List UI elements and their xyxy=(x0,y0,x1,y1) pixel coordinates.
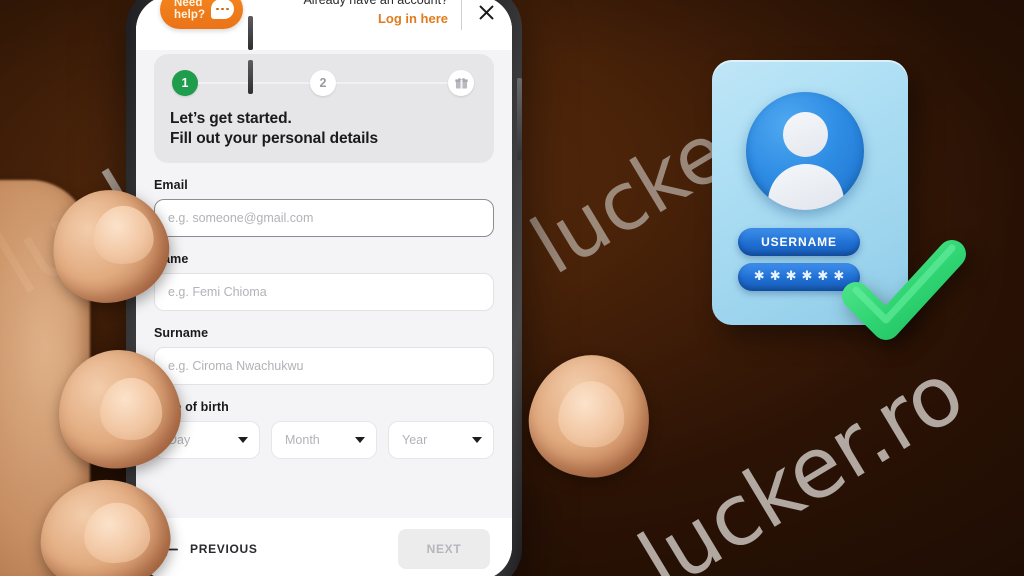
need-help-label: Need help? xyxy=(174,0,206,21)
header-divider xyxy=(461,0,462,30)
year-select-value: Year xyxy=(402,433,428,447)
gift-icon xyxy=(454,78,468,89)
day-select-value: Day xyxy=(168,433,191,447)
arrow-left-icon xyxy=(158,542,178,557)
power-button[interactable] xyxy=(517,78,522,160)
signup-form-body: 1 2 Let’s get started. Fill out your per… xyxy=(136,50,512,518)
field-name: Name e.g. Femi Chioma xyxy=(154,252,494,311)
headline-line-1: Let’s get started. xyxy=(170,110,292,127)
field-surname: Surname e.g. Ciroma Nwachukwu xyxy=(154,326,494,385)
step-indicator-3[interactable] xyxy=(448,70,474,96)
name-label: Name xyxy=(154,252,189,266)
surname-input[interactable]: e.g. Ciroma Nwachukwu xyxy=(154,347,494,385)
stepper-panel: 1 2 Let’s get started. Fill out your per… xyxy=(154,54,494,163)
volume-down-button[interactable] xyxy=(248,60,253,94)
headline-line-2: Fill out your personal details xyxy=(170,130,379,147)
step-connector xyxy=(336,81,448,85)
app-header: Need help? Already have an account? Log … xyxy=(136,0,512,50)
day-select[interactable]: Day xyxy=(154,421,260,459)
name-input[interactable]: e.g. Femi Chioma xyxy=(154,273,494,311)
previous-label: PREVIOUS xyxy=(190,542,258,556)
email-label: Email xyxy=(154,178,188,192)
field-email: Email e.g. someone@gmail.com xyxy=(154,178,494,237)
id-card-graphic: USERNAME ✱ ✱ ✱ ✱ ✱ ✱ xyxy=(712,60,966,340)
page-title: Let’s get started. Fill out your persona… xyxy=(170,109,478,149)
chevron-down-icon xyxy=(238,437,248,443)
avatar-body xyxy=(768,164,844,210)
month-select[interactable]: Month xyxy=(271,421,377,459)
volume-up-button[interactable] xyxy=(248,16,253,50)
account-prompt: Already have an account? Log in here xyxy=(303,0,448,28)
dob-selects: Day Month Year xyxy=(154,421,494,459)
stepper: 1 2 xyxy=(170,70,478,96)
phone-bezel: Need help? Already have an account? Log … xyxy=(136,0,512,576)
chevron-down-icon xyxy=(355,437,365,443)
step-indicator-2[interactable]: 2 xyxy=(310,70,336,96)
smartphone-device: Need help? Already have an account? Log … xyxy=(126,0,522,576)
account-question: Already have an account? xyxy=(303,0,448,7)
check-icon xyxy=(842,238,966,344)
field-date-of-birth: Date of birth Day Month Year xyxy=(154,400,494,459)
password-dots: ✱ ✱ ✱ ✱ ✱ ✱ xyxy=(753,269,845,284)
chevron-down-icon xyxy=(472,437,482,443)
previous-button[interactable]: PREVIOUS xyxy=(158,542,258,557)
chat-bubble-icon xyxy=(211,0,235,19)
close-button[interactable] xyxy=(472,0,500,26)
next-button[interactable]: NEXT xyxy=(398,529,490,569)
year-select[interactable]: Year xyxy=(388,421,494,459)
month-select-value: Month xyxy=(285,433,320,447)
app-footer: PREVIOUS NEXT xyxy=(136,518,512,576)
phone-screen: Need help? Already have an account? Log … xyxy=(136,0,512,576)
step-indicator-1[interactable]: 1 xyxy=(172,70,198,96)
surname-label: Surname xyxy=(154,326,209,340)
avatar-head xyxy=(783,112,828,157)
need-help-button[interactable]: Need help? xyxy=(160,0,244,29)
user-avatar-icon xyxy=(746,92,864,210)
email-input[interactable]: e.g. someone@gmail.com xyxy=(154,199,494,237)
close-icon xyxy=(479,5,493,19)
username-pill-label: USERNAME xyxy=(761,235,837,249)
step-connector xyxy=(198,81,310,85)
dob-label: Date of birth xyxy=(154,400,229,414)
login-link[interactable]: Log in here xyxy=(303,9,448,28)
